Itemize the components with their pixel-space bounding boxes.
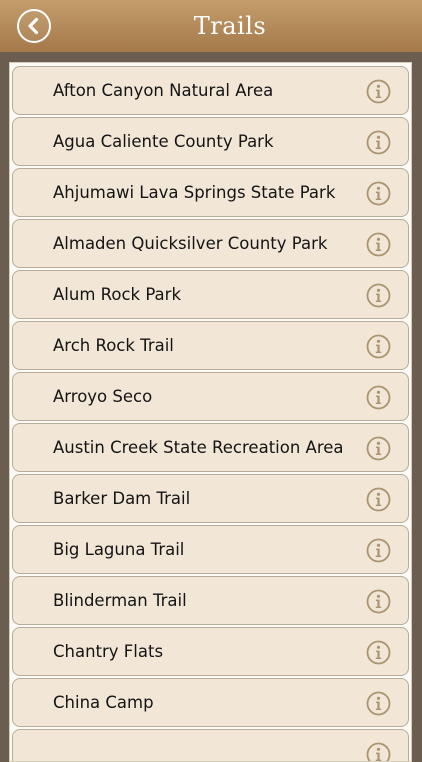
trail-name: Alum Rock Park: [53, 285, 181, 305]
trail-name: Austin Creek State Recreation Area: [53, 438, 344, 458]
nav-header: Trails: [0, 0, 422, 52]
trail-row[interactable]: [12, 729, 409, 762]
trail-row[interactable]: Arch Rock Trail: [12, 321, 409, 370]
page-title: Trails: [0, 10, 422, 42]
info-icon[interactable]: [366, 181, 391, 206]
info-icon[interactable]: [366, 385, 391, 410]
trail-row[interactable]: Barker Dam Trail: [12, 474, 409, 523]
trail-name: Blinderman Trail: [53, 591, 187, 611]
trail-row[interactable]: Big Laguna Trail: [12, 525, 409, 574]
trail-row[interactable]: Blinderman Trail: [12, 576, 409, 625]
trail-row[interactable]: Alum Rock Park: [12, 270, 409, 319]
info-icon[interactable]: [366, 130, 391, 155]
trail-list-panel[interactable]: Afton Canyon Natural Area Agua Caliente C…: [9, 62, 412, 762]
trail-name: Agua Caliente County Park: [53, 132, 274, 152]
trail-name: Chantry Flats: [53, 642, 163, 662]
trail-row[interactable]: Chantry Flats: [12, 627, 409, 676]
trail-name: Barker Dam Trail: [53, 489, 190, 509]
info-icon[interactable]: [366, 538, 391, 563]
info-icon[interactable]: [366, 691, 391, 716]
info-icon[interactable]: [366, 283, 391, 308]
trail-list: Afton Canyon Natural Area Agua Caliente C…: [12, 66, 409, 762]
info-icon[interactable]: [366, 436, 391, 461]
trail-row[interactable]: Afton Canyon Natural Area: [12, 66, 409, 115]
info-icon[interactable]: [366, 640, 391, 665]
trail-name: Arroyo Seco: [53, 387, 152, 407]
trail-row[interactable]: Almaden Quicksilver County Park: [12, 219, 409, 268]
trail-name: Afton Canyon Natural Area: [53, 81, 273, 101]
trail-name: Almaden Quicksilver County Park: [53, 234, 327, 254]
trail-row[interactable]: Arroyo Seco: [12, 372, 409, 421]
trail-name: China Camp: [53, 693, 154, 713]
trail-name: Ahjumawi Lava Springs State Park: [53, 183, 335, 203]
info-icon[interactable]: [366, 742, 391, 762]
trail-name: Big Laguna Trail: [53, 540, 184, 560]
trail-row[interactable]: Austin Creek State Recreation Area: [12, 423, 409, 472]
info-icon[interactable]: [366, 487, 391, 512]
info-icon[interactable]: [366, 589, 391, 614]
trail-row[interactable]: Agua Caliente County Park: [12, 117, 409, 166]
trail-row[interactable]: China Camp: [12, 678, 409, 727]
info-icon[interactable]: [366, 79, 391, 104]
trail-name: Arch Rock Trail: [53, 336, 174, 356]
trail-row[interactable]: Ahjumawi Lava Springs State Park: [12, 168, 409, 217]
info-icon[interactable]: [366, 334, 391, 359]
info-icon[interactable]: [366, 232, 391, 257]
